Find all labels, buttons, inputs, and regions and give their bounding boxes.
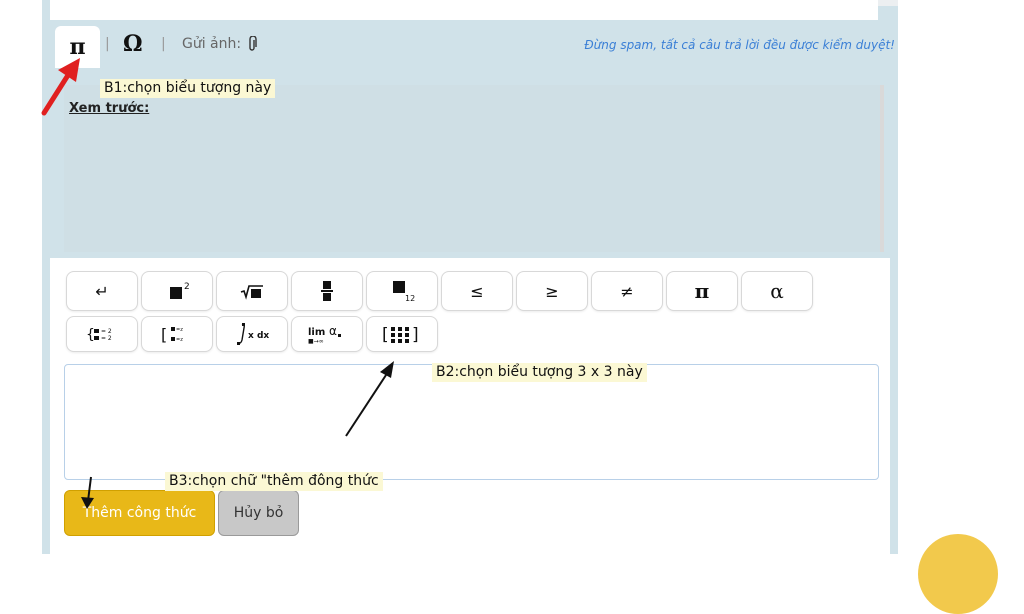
svg-text:[: [: [161, 325, 167, 344]
integral-icon: x dx: [237, 323, 269, 345]
help-chat-button[interactable]: [918, 534, 998, 614]
key-integral[interactable]: x dx: [216, 316, 288, 352]
key-limit[interactable]: lim ■→∞ α: [291, 316, 363, 352]
tab-symbols-omega[interactable]: Ω: [123, 31, 143, 57]
svg-text:]: ]: [412, 325, 419, 345]
key-enter[interactable]: ↵: [66, 271, 138, 311]
key-not-equal[interactable]: ≠: [591, 271, 663, 311]
svg-text:{: {: [86, 327, 95, 343]
superscript-icon: 2: [170, 282, 190, 299]
svg-text:2: 2: [184, 282, 190, 292]
svg-text:[: [: [382, 325, 389, 345]
key-alpha[interactable]: α: [741, 271, 813, 311]
svg-text:α: α: [329, 324, 337, 338]
key-matrix-3x3[interactable]: [ ]: [366, 316, 438, 352]
svg-text:12: 12: [405, 294, 415, 303]
svg-text:■→∞: ■→∞: [308, 338, 324, 345]
key-superscript[interactable]: 2: [141, 271, 213, 311]
key-sqrt[interactable]: [216, 271, 288, 311]
preview-label: Xem trước:: [69, 101, 150, 116]
svg-text:x dx: x dx: [248, 331, 269, 341]
separator: |: [161, 36, 166, 52]
matrix-3x3-icon: [ ]: [382, 325, 419, 345]
svg-text:= 2: = 2: [101, 328, 112, 335]
annotation-step-1: B1:chọn biểu tượng này: [100, 79, 276, 98]
key-system-of-equations[interactable]: { = 2 = 2: [66, 316, 138, 352]
sqrt-icon: [240, 285, 263, 300]
key-pi[interactable]: π: [666, 271, 738, 311]
svg-text:lim: lim: [308, 327, 325, 338]
bracket-system-icon: [ =z =z: [161, 325, 183, 344]
upload-label: Gửi ảnh:: [182, 36, 242, 52]
subscript-icon: 12: [393, 281, 415, 303]
annotation-step-3: B3:chọn chữ "thêm đông thức: [165, 472, 383, 491]
add-formula-button[interactable]: Thêm công thức: [64, 490, 215, 536]
tab-math-pi[interactable]: π: [55, 26, 100, 68]
paperclip-icon: [249, 36, 257, 51]
top-strip: [50, 0, 878, 20]
limit-icon: lim ■→∞ α: [308, 324, 341, 345]
fraction-icon: [321, 281, 333, 301]
upload-image-button[interactable]: Gửi ảnh:: [182, 36, 257, 52]
key-subscript[interactable]: 12: [366, 271, 438, 311]
svg-text:=z: =z: [176, 327, 183, 333]
key-fraction[interactable]: [291, 271, 363, 311]
key-greater-equal[interactable]: ≥: [516, 271, 588, 311]
svg-text:= 2: = 2: [101, 335, 112, 342]
moderation-notice: Đừng spam, tất cả câu trả lời đều được k…: [584, 38, 895, 52]
system-equations-icon: { = 2 = 2: [86, 327, 112, 343]
scroll-corner: [878, 0, 898, 6]
annotation-step-2: B2:chọn biểu tượng 3 x 3 này: [432, 363, 647, 382]
key-bracket-system[interactable]: [ =z =z: [141, 316, 213, 352]
preview-area: Xem trước:: [64, 85, 884, 252]
svg-text:=z: =z: [176, 337, 183, 343]
cancel-button[interactable]: Hủy bỏ: [218, 490, 299, 536]
key-less-equal[interactable]: ≤: [441, 271, 513, 311]
separator: |: [105, 36, 110, 52]
editor-toolbar: π | Ω | Gửi ảnh: Đừng spam, tất cả câu t…: [55, 26, 895, 68]
